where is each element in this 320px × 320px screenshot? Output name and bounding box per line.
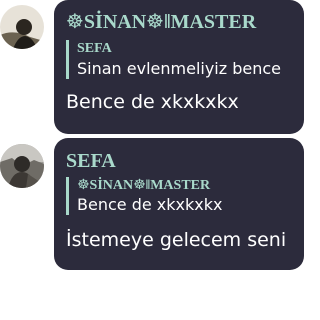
avatar[interactable] (0, 144, 44, 188)
message-text: İstemeye gelecem seni (66, 229, 287, 251)
reply-text: Bence de xkxkxkx (77, 195, 223, 214)
profile-photo-icon (0, 144, 44, 188)
message-text: Bence de xkxkxkx (66, 91, 239, 113)
reply-quote[interactable]: ☸SİNAN☸‖MASTER Bence de xkxkxkx (66, 177, 292, 215)
avatar[interactable] (0, 5, 44, 49)
reply-sender-name: ☸SİNAN☸‖MASTER (77, 178, 211, 193)
chat-message[interactable]: SEFA ☸SİNAN☸‖MASTER Bence de xkxkxkx İst… (0, 138, 304, 270)
reply-text: Sinan evlenmeliyiz bence (77, 59, 282, 78)
sender-name[interactable]: ☸SİNAN☸‖MASTER (66, 11, 292, 33)
chat-message[interactable]: ☸SİNAN☸‖MASTER SEFA Sinan evlenmeliyiz b… (0, 0, 304, 134)
reply-sender-name: SEFA (77, 41, 112, 56)
profile-photo-icon (0, 5, 44, 49)
message-bubble[interactable]: ☸SİNAN☸‖MASTER SEFA Sinan evlenmeliyiz b… (54, 0, 304, 134)
reply-quote[interactable]: SEFA Sinan evlenmeliyiz bence (66, 40, 292, 79)
message-bubble[interactable]: SEFA ☸SİNAN☸‖MASTER Bence de xkxkxkx İst… (54, 138, 304, 270)
sender-name[interactable]: SEFA (66, 150, 292, 172)
